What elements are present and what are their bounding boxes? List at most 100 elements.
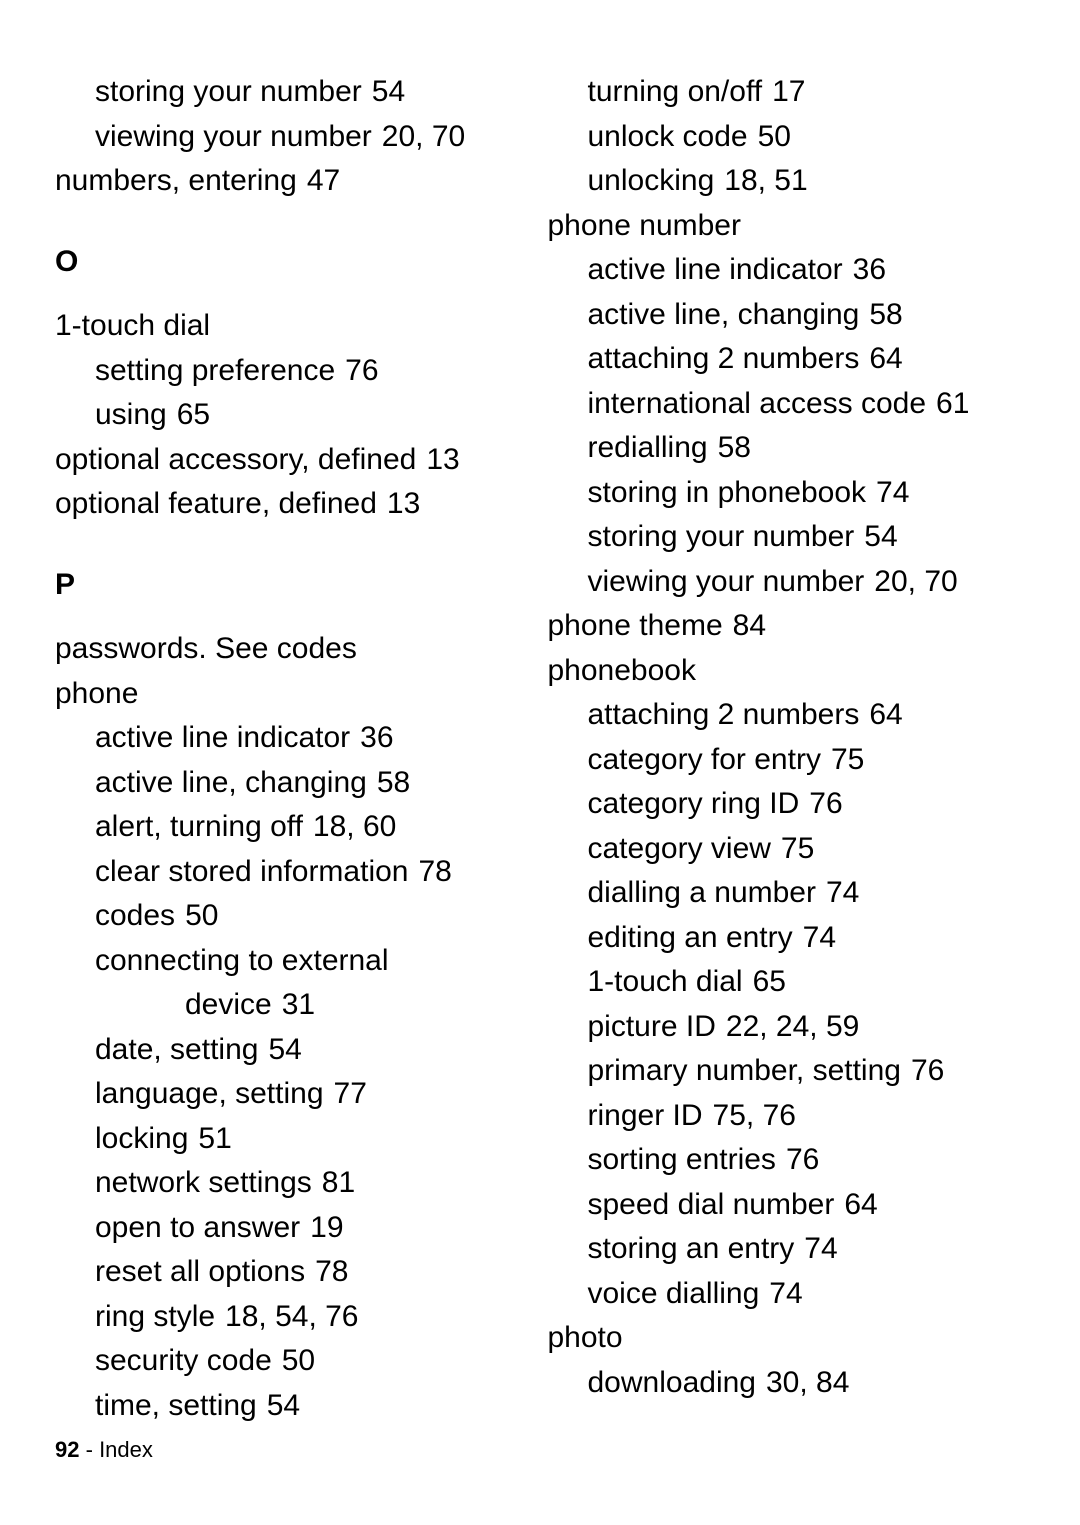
entry-pages: 77 (334, 1077, 367, 1110)
entry-label: international access code (588, 387, 927, 420)
columns: storing your number 54 viewing your numbe… (55, 70, 1025, 1525)
index-entry: turning on/off17 (548, 70, 1026, 115)
index-entry: phonebook (548, 649, 1026, 694)
entry-label: date, setting (95, 1033, 258, 1066)
entry-pages: 50 (758, 120, 791, 153)
entry-label: dialling a number (588, 876, 816, 909)
entry-pages: 36 (360, 721, 393, 754)
index-entry: unlock code50 (548, 115, 1026, 160)
index-entry: category for entry75 (548, 738, 1026, 783)
entry-label: active line, changing (95, 766, 367, 799)
see-target: codes (268, 632, 356, 665)
page-number: 92 (55, 1437, 79, 1462)
entry-label: active line indicator (95, 721, 350, 754)
index-entry: speed dial number 64 (548, 1183, 1026, 1228)
index-entry: active line indicator36 (548, 248, 1026, 293)
entry-label: phone (55, 677, 138, 710)
entry-label: reset all options (95, 1255, 305, 1288)
entry-label: 1-touch dial (55, 309, 210, 342)
index-entry: redialling58 (548, 426, 1026, 471)
index-entry: ringer ID 75, 76 (548, 1094, 1026, 1139)
index-entry: 1-touch dial (55, 304, 533, 349)
entry-label: connecting to external (95, 944, 389, 977)
entry-label: phone number (548, 209, 741, 242)
entry-pages: 78 (418, 855, 451, 888)
entry-pages: 47 (307, 164, 340, 197)
index-entry: phone theme84 (548, 604, 1026, 649)
entry-label: storing your number (588, 520, 855, 553)
entry-pages: 58 (869, 298, 902, 331)
entry-label: using (95, 398, 167, 431)
entry-pages: 61 (936, 387, 969, 420)
entry-pages: 18, 51 (724, 164, 807, 197)
entry-label: language, setting (95, 1077, 324, 1110)
index-entry: viewing your number20, 70 (548, 560, 1026, 605)
see-label: See (215, 632, 268, 665)
index-entry: reset all options 78 (55, 1250, 533, 1295)
entry-pages: 65 (753, 965, 786, 998)
entry-label: downloading (588, 1366, 756, 1399)
index-entry: attaching 2 numbers64 (548, 337, 1026, 382)
entry-pages: 18, 60 (313, 810, 396, 843)
entry-label: category view (588, 832, 771, 865)
footer-section: Index (99, 1437, 153, 1462)
entry-pages: 36 (853, 253, 886, 286)
entry-label: numbers, entering (55, 164, 297, 197)
index-page: storing your number 54 viewing your numbe… (0, 0, 1080, 1525)
entry-label: attaching 2 numbers (588, 342, 860, 375)
entry-label: speed dial number (588, 1188, 835, 1221)
index-entry: attaching 2 numbers64 (548, 693, 1026, 738)
entry-label: primary number, setting (588, 1054, 901, 1087)
footer-sep: - (86, 1437, 99, 1462)
index-entry: category view 75 (548, 827, 1026, 872)
entry-label: voice dialling (588, 1277, 760, 1310)
entry-pages: 76 (911, 1054, 944, 1087)
index-entry: storing your number54 (55, 70, 533, 115)
entry-label: redialling (588, 431, 708, 464)
entry-label: locking (95, 1122, 188, 1155)
entry-label: passwords. (55, 632, 215, 665)
index-entry: dialling a number 74 (548, 871, 1026, 916)
index-entry: clear stored information78 (55, 850, 533, 895)
index-entry: date, setting 54 (55, 1028, 533, 1073)
section-heading-p: P (55, 563, 533, 608)
entry-label: ringer ID (588, 1099, 703, 1132)
entry-pages: 75 (781, 832, 814, 865)
entry-label: setting preference (95, 354, 335, 387)
entry-pages: 74 (826, 876, 859, 909)
index-entry: setting preference76 (55, 349, 533, 394)
index-entry: using65 (55, 393, 533, 438)
index-entry: locking 51 (55, 1117, 533, 1162)
entry-pages: 54 (864, 520, 897, 553)
entry-label: network settings (95, 1166, 312, 1199)
entry-label: category ring ID (588, 787, 800, 820)
index-entry: language, setting 77 (55, 1072, 533, 1117)
entry-pages: 64 (844, 1188, 877, 1221)
entry-pages: 75 (831, 743, 864, 776)
index-entry: storing your number 54 (548, 515, 1026, 560)
entry-pages: 54 (268, 1033, 301, 1066)
entry-pages: 30, 84 (766, 1366, 849, 1399)
entry-label: sorting entries (588, 1143, 776, 1176)
entry-label: optional feature, defined (55, 487, 377, 520)
index-entry: sorting entries76 (548, 1138, 1026, 1183)
index-entry: network settings81 (55, 1161, 533, 1206)
index-entry: downloading 30, 84 (548, 1361, 1026, 1406)
entry-label: unlocking (588, 164, 715, 197)
entry-label: phonebook (548, 654, 696, 687)
entry-pages: 20, 70 (382, 120, 465, 153)
entry-pages: 17 (772, 75, 805, 108)
entry-label: viewing your number (588, 565, 865, 598)
entry-pages: 75, 76 (713, 1099, 796, 1132)
entry-pages: 22, 24, 59 (726, 1010, 859, 1043)
left-column: storing your number54 viewing your numbe… (55, 70, 533, 1525)
entry-pages: 51 (198, 1122, 231, 1155)
index-entry: active line indicator 36 (55, 716, 533, 761)
index-entry: optional accessory, defined13 (55, 438, 533, 483)
entry-pages: 78 (315, 1255, 348, 1288)
entry-pages: 76 (809, 787, 842, 820)
index-entry: storing in phonebook74 (548, 471, 1026, 516)
index-entry: picture ID22, 24, 59 (548, 1005, 1026, 1050)
index-entry: connecting to external (55, 939, 533, 984)
index-entry: editing an entry74 (548, 916, 1026, 961)
